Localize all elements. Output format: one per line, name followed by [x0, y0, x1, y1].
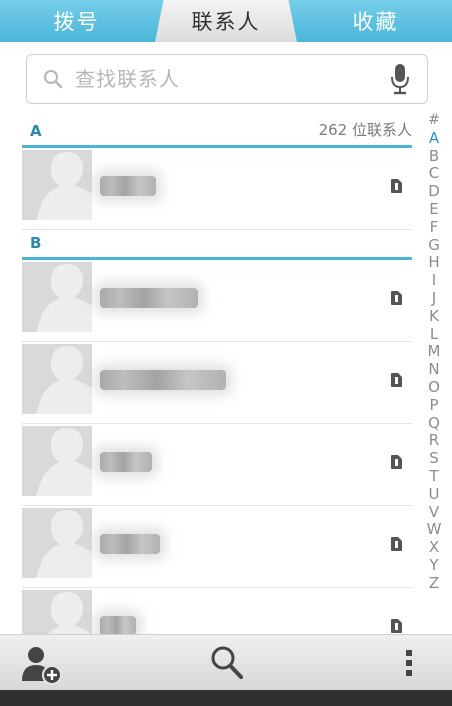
index-letter-d[interactable]: D: [428, 182, 440, 201]
index-letter-g[interactable]: G: [428, 236, 440, 255]
index-letter-i[interactable]: I: [432, 271, 436, 290]
index-letter-n[interactable]: N: [428, 360, 439, 379]
search-input[interactable]: [75, 59, 389, 99]
index-letter-u[interactable]: U: [429, 485, 440, 504]
blurred-contact-name: [100, 176, 156, 196]
default-avatar-icon: [22, 590, 92, 634]
index-letter-f[interactable]: F: [430, 218, 439, 237]
alphabet-index[interactable]: # A B C D E F G H I J K L M N O P Q R S T U V W X Y Z: [424, 112, 444, 593]
blurred-contact-name: [100, 370, 226, 390]
section-letter: B: [30, 234, 42, 252]
index-letter-a[interactable]: A: [429, 129, 439, 148]
default-avatar-icon: [22, 262, 92, 332]
contact-row[interactable]: [22, 588, 412, 634]
index-letter-h[interactable]: H: [428, 254, 439, 272]
index-letter-hash[interactable]: #: [428, 112, 440, 130]
search-icon[interactable]: [210, 645, 244, 681]
index-letter-r[interactable]: R: [429, 432, 439, 450]
sim-card-icon: [391, 291, 402, 305]
contact-row[interactable]: [22, 424, 412, 506]
index-letter-z[interactable]: Z: [429, 574, 439, 593]
system-nav-bar: [0, 690, 452, 706]
index-letter-v[interactable]: V: [429, 503, 439, 522]
section-header-b: B: [22, 230, 412, 260]
tab-favorites[interactable]: 收藏: [299, 0, 452, 42]
index-letter-o[interactable]: O: [428, 378, 440, 397]
contact-row[interactable]: [22, 260, 412, 342]
blurred-contact-name: [100, 616, 136, 634]
sim-card-icon: [391, 455, 402, 469]
sim-card-icon: [391, 537, 402, 551]
index-letter-s[interactable]: S: [429, 449, 439, 468]
top-tab-bar: 拨号 联系人 收藏: [0, 0, 452, 42]
sim-card-icon: [391, 179, 402, 193]
index-letter-t[interactable]: T: [429, 467, 438, 486]
sim-card-icon: [391, 373, 402, 387]
search-icon: [44, 70, 63, 89]
tab-contacts[interactable]: 联系人: [155, 0, 297, 42]
contact-count: 262 位联系人: [318, 121, 412, 139]
index-letter-j[interactable]: J: [432, 289, 436, 308]
index-letter-x[interactable]: X: [429, 538, 439, 557]
blurred-contact-name: [100, 452, 152, 472]
microphone-icon[interactable]: [389, 63, 411, 95]
index-letter-k[interactable]: K: [429, 307, 439, 326]
contact-row[interactable]: [22, 148, 412, 230]
contact-row[interactable]: [22, 506, 412, 588]
section-header-a: A 262 位联系人: [22, 118, 412, 148]
sim-card-icon: [391, 619, 402, 633]
contact-search-box[interactable]: [26, 54, 428, 104]
default-avatar-icon: [22, 508, 92, 578]
default-avatar-icon: [22, 150, 92, 220]
tab-dialer[interactable]: 拨号: [0, 0, 153, 42]
contact-list[interactable]: A 262 位联系人 B: [0, 118, 412, 634]
index-letter-p[interactable]: P: [429, 396, 438, 415]
index-letter-c[interactable]: C: [429, 165, 439, 183]
blurred-contact-name: [100, 288, 198, 308]
overflow-menu-icon[interactable]: [404, 649, 414, 677]
index-letter-b[interactable]: B: [429, 147, 439, 166]
index-letter-e[interactable]: E: [429, 200, 438, 219]
default-avatar-icon: [22, 426, 92, 496]
bottom-action-bar: [0, 634, 452, 690]
index-letter-w[interactable]: W: [427, 521, 442, 539]
index-letter-y[interactable]: Y: [429, 556, 438, 575]
contact-row[interactable]: [22, 342, 412, 424]
blurred-contact-name: [100, 534, 160, 554]
index-letter-m[interactable]: M: [428, 343, 441, 361]
section-letter: A: [30, 122, 42, 140]
index-letter-l[interactable]: L: [430, 325, 438, 344]
index-letter-q[interactable]: Q: [428, 414, 440, 433]
add-contact-icon[interactable]: [20, 645, 64, 685]
default-avatar-icon: [22, 344, 92, 414]
